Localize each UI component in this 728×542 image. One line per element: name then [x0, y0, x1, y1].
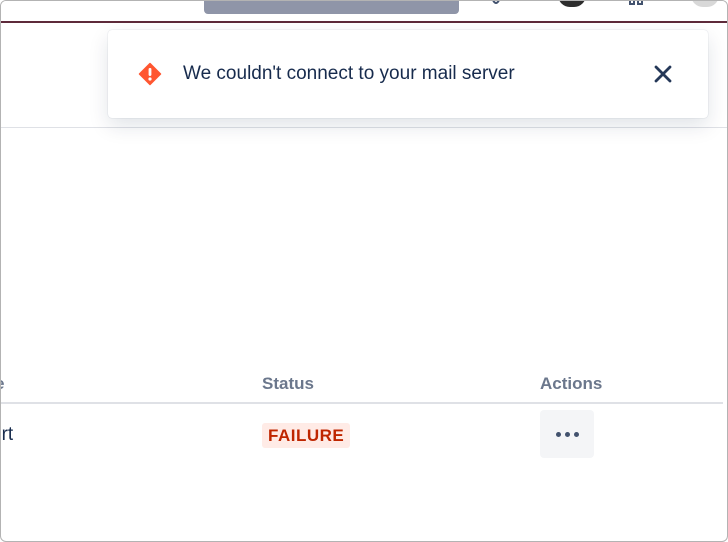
help-icon[interactable] [490, 1, 502, 5]
status-badge: FAILURE [262, 423, 351, 448]
app-window: e Status Actions ort FAILURE We couldn't… [0, 0, 728, 542]
table-header: e Status Actions [1, 366, 723, 404]
column-header-status[interactable]: Status [262, 374, 314, 394]
table-row: ort FAILURE [1, 404, 723, 464]
close-icon [654, 65, 672, 83]
header-divider [1, 127, 727, 128]
settings-icon[interactable] [629, 1, 643, 5]
more-horizontal-icon [554, 431, 581, 437]
flag-message: We couldn't connect to your mail server [183, 63, 515, 84]
error-flag: We couldn't connect to your mail server [108, 30, 708, 118]
close-button[interactable] [648, 59, 678, 89]
row-name[interactable]: ort [1, 424, 13, 446]
error-icon [138, 62, 162, 86]
search-bar[interactable] [204, 1, 459, 14]
more-actions-button[interactable] [540, 410, 594, 458]
column-header-name[interactable]: e [1, 374, 4, 394]
column-header-actions: Actions [540, 374, 603, 393]
